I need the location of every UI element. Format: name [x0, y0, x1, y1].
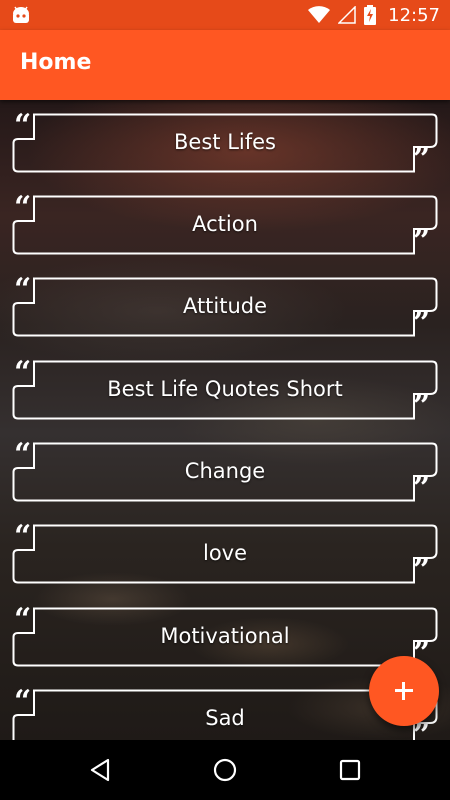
- page-title: Home: [20, 50, 92, 75]
- back-icon[interactable]: [80, 750, 120, 790]
- android-icon: [13, 6, 29, 23]
- add-fab-button[interactable]: [369, 656, 439, 726]
- navigation-bar: [0, 740, 450, 800]
- category-item-attitude[interactable]: “ ” Attitude: [12, 275, 438, 339]
- category-label: Action: [192, 212, 258, 236]
- home-icon[interactable]: [205, 750, 245, 790]
- app-bar: Home: [0, 30, 450, 100]
- category-item-motivational[interactable]: “ ” Motivational: [12, 605, 438, 669]
- status-time: 12:57: [388, 4, 440, 26]
- category-label: Change: [184, 459, 266, 483]
- category-label: love: [202, 541, 248, 565]
- category-item-love[interactable]: “ ” love: [12, 522, 438, 586]
- category-label: Best Life Quotes Short: [107, 377, 343, 401]
- category-item-best-life-quotes-short[interactable]: “ ” Best Life Quotes Short: [12, 358, 438, 422]
- category-item-change[interactable]: “ ” Change: [12, 440, 438, 504]
- signal-icon: [338, 6, 356, 24]
- category-label: Best Lifes: [174, 130, 276, 154]
- category-list: “ ” Best Lifes “ ” Action “ ” Attitude “: [0, 100, 450, 740]
- category-label: Motivational: [160, 624, 290, 648]
- wifi-icon: [308, 6, 331, 24]
- category-item-action[interactable]: “ ” Action: [12, 193, 438, 257]
- category-item-best-lifes[interactable]: “ ” Best Lifes: [12, 111, 438, 175]
- status-bar: 12:57: [0, 0, 450, 30]
- recents-icon[interactable]: [330, 750, 370, 790]
- battery-charging-icon: [364, 5, 377, 25]
- screen: 12:57 Home “ ” Best Lifes “ ” Action “ ”…: [0, 0, 450, 800]
- category-label: Attitude: [182, 294, 268, 318]
